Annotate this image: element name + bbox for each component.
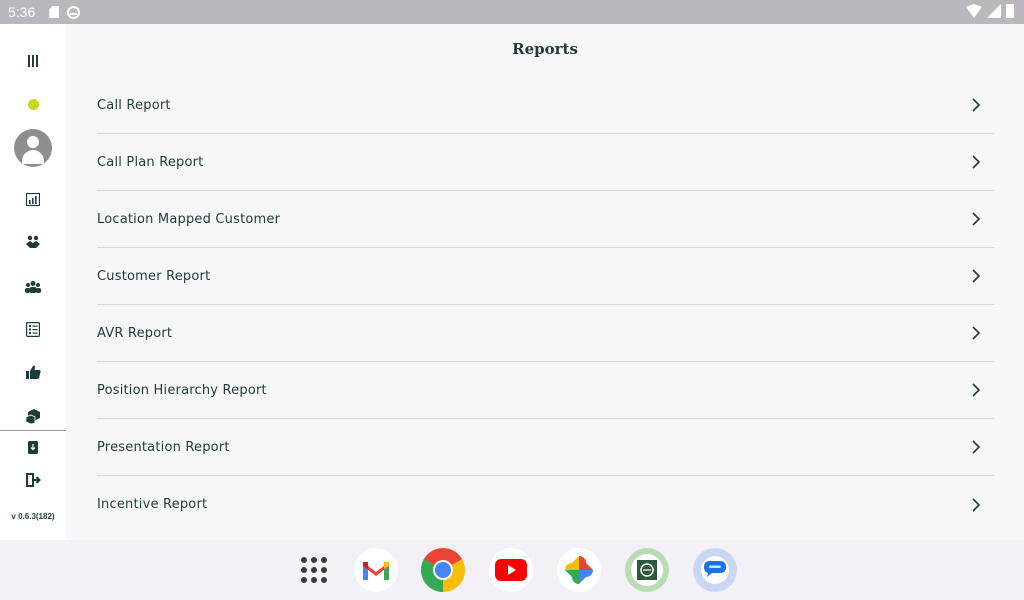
checklist-icon [26, 321, 40, 337]
report-item-incentive-report[interactable]: Incentive Report [97, 476, 994, 533]
report-label: Incentive Report [97, 497, 208, 512]
handshake-icon [26, 235, 40, 248]
app-version: v 0.6.3(182) [11, 512, 55, 521]
sidebar: v 0.6.3(182) [0, 24, 66, 540]
chevron-right-icon [972, 269, 981, 283]
chevron-right-icon [972, 383, 981, 397]
profile-button[interactable] [0, 129, 66, 167]
report-item-customer-report[interactable]: Customer Report [97, 248, 994, 305]
report-item-position-hierarchy-report[interactable]: Position Hierarchy Report [97, 362, 994, 419]
page-title: Reports [512, 40, 578, 58]
report-label: Customer Report [97, 268, 211, 284]
status-dot-icon [27, 99, 39, 110]
chrome-app[interactable] [421, 548, 465, 592]
signal-icon [987, 4, 1001, 18]
status-bar: 5:36 [0, 0, 1024, 24]
report-list: Call Report Call Plan Report Location Ma… [97, 77, 994, 533]
report-item-presentation-report[interactable]: Presentation Report [97, 419, 994, 476]
sidebar-divider [0, 430, 66, 431]
battery-icon [1006, 4, 1014, 18]
sidebar-item-feedback[interactable] [0, 364, 66, 380]
status-time: 5:36 [8, 4, 36, 20]
chevron-right-icon [972, 440, 981, 454]
wifi-icon [966, 4, 982, 18]
sidebar-item-team[interactable] [0, 278, 66, 294]
sidebar-item-products[interactable] [0, 408, 66, 424]
sidebar-item-checklist[interactable] [0, 321, 66, 337]
sd-card-icon [49, 6, 60, 18]
custom-app-icon [631, 554, 663, 586]
report-label: Call Report [97, 97, 171, 113]
report-label: Call Plan Report [97, 154, 204, 170]
youtube-app[interactable] [489, 548, 533, 592]
all-apps-icon [301, 557, 327, 583]
report-item-location-mapped-customer[interactable]: Location Mapped Customer [97, 191, 994, 248]
report-item-avr-report[interactable]: AVR Report [97, 305, 994, 362]
youtube-icon [495, 559, 527, 581]
chevron-right-icon [972, 155, 981, 169]
menu-icon [28, 55, 38, 67]
gmail-app[interactable] [354, 548, 398, 592]
thumbs-up-icon [25, 365, 41, 379]
report-label: AVR Report [97, 325, 173, 341]
chevron-right-icon [972, 497, 981, 512]
chrome-icon [421, 548, 465, 592]
cubes-icon [25, 408, 40, 424]
photos-app[interactable] [557, 548, 601, 592]
dashboard-icon [26, 192, 40, 206]
report-label: Location Mapped Customer [97, 211, 281, 227]
sidebar-item-dashboard[interactable] [0, 191, 66, 207]
photos-icon [565, 556, 593, 584]
logout-icon [25, 473, 41, 487]
sidebar-item-deals[interactable] [0, 234, 66, 250]
report-label: Presentation Report [97, 439, 230, 455]
report-item-call-report[interactable]: Call Report [97, 77, 994, 134]
logout-button[interactable] [0, 472, 66, 488]
avatar [14, 129, 52, 167]
messages-icon [701, 556, 729, 584]
chevron-right-icon [972, 326, 981, 340]
online-status [0, 99, 66, 110]
messages-app[interactable] [693, 548, 737, 592]
chevron-right-icon [972, 212, 981, 226]
report-label: Position Hierarchy Report [97, 382, 267, 398]
download-icon [28, 440, 38, 454]
all-apps-button[interactable] [292, 548, 336, 592]
menu-button[interactable] [0, 54, 66, 68]
do-not-disturb-icon [67, 5, 81, 19]
custom-app[interactable] [625, 548, 669, 592]
team-icon [25, 280, 41, 293]
gmail-icon [363, 562, 389, 580]
chevron-right-icon [972, 98, 981, 112]
report-item-call-plan-report[interactable]: Call Plan Report [97, 134, 994, 191]
download-button[interactable] [0, 439, 66, 455]
